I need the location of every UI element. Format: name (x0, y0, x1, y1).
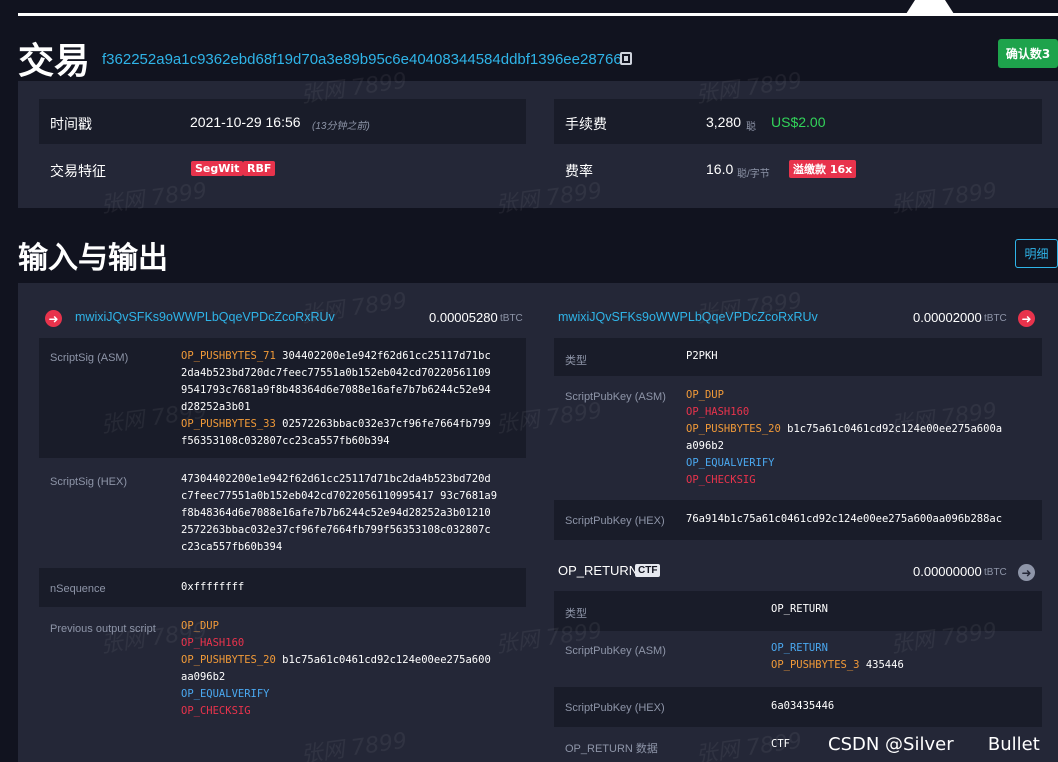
op-pushbytes-20: OP_PUSHBYTES_20 (181, 654, 276, 666)
details-panel: 时间戳 2021-10-29 16:56 (13分钟之前) 交易特征 SegWi… (18, 81, 1058, 208)
rate-label: 费率 (565, 164, 593, 180)
output2-arrow-icon[interactable]: ➜ (1018, 564, 1035, 581)
timestamp-relative: (13分钟之前) (312, 121, 370, 132)
input-unit: tBTC (500, 313, 523, 324)
scriptsig-hex-label: ScriptSig (HEX) (50, 476, 128, 488)
prev-output-script-label: Previous output script (50, 623, 156, 635)
input-address[interactable]: mwixiJQvSFKs9oWWPLbQqeVPDcZcoRxRUv (75, 310, 335, 324)
rate-unit: 聪/字节 (737, 169, 770, 180)
fee-label: 手续费 (565, 117, 607, 133)
input-amount: 0.00005280 (429, 310, 498, 325)
ctf-badge: CTF (635, 564, 661, 577)
scriptsig-hex-row: ScriptSig (HEX) 47304402200e1e942f62d61c… (39, 461, 526, 565)
output1-type-value: P2PKH (686, 350, 718, 362)
output1-type-label: 类型 (565, 355, 587, 367)
nsequence-label: nSequence (50, 583, 106, 595)
scriptsig-asm-value: OP_PUSHBYTES_71 304402200e1e942f62d61cc2… (181, 348, 491, 450)
confirmations-button[interactable]: 确认数3 (998, 39, 1058, 68)
op-dup: OP_DUP (686, 389, 724, 401)
output1-type-row: 类型 P2PKH (554, 338, 1042, 376)
op-pushbytes-20: OP_PUSHBYTES_20 (686, 423, 781, 435)
asm-data1-rest: 2da4b523bd720dc7feec77551a0b152eb042cd70… (181, 367, 491, 413)
nsequence-value: 0xffffffff (181, 581, 245, 593)
asm-data2-rest: f56353108c032807cc23ca557fb60b394 (181, 435, 390, 447)
op-equalverify: OP_EQUALVERIFY (181, 688, 270, 700)
features-row: 交易特征 SegWit RBF (39, 147, 526, 192)
push20-rest: aa096b2 (181, 671, 226, 683)
transaction-id[interactable]: f362252a9a1c9362ebd68f19d70a3e89b95c6e40… (102, 51, 622, 68)
copy-icon[interactable] (620, 52, 632, 65)
io-panel: ➜ mwixiJQvSFKs9oWWPLbQqeVPDcZcoRxRUv 0.0… (18, 283, 1058, 762)
page-title: 交易 (18, 41, 91, 82)
scriptsig-asm-label: ScriptSig (ASM) (50, 352, 129, 364)
push20-first: b1c75a61c0461cd92c124e00ee275a600 (275, 654, 491, 666)
output2-title: OP_RETURN (558, 563, 639, 578)
op-hash160: OP_HASH160 (181, 637, 245, 649)
output1-spk-asm-row: ScriptPubKey (ASM) OP_DUP OP_HASH160 OP_… (554, 379, 1042, 497)
push20-rest: a096b2 (686, 440, 724, 452)
push20-first: b1c75a61c0461cd92c124e00ee275a600a (780, 423, 1003, 435)
output2-unit: tBTC (984, 567, 1007, 578)
timestamp-row: 时间戳 2021-10-29 16:56 (13分钟之前) (39, 99, 526, 144)
rate-row: 费率 16.0 聪/字节 溢缴款 16x (554, 147, 1042, 192)
output2-spk-hex-value: 6a03435446 (771, 700, 835, 712)
op-hash160: OP_HASH160 (686, 406, 750, 418)
fee-unit: 聪 (746, 122, 756, 133)
output1-spk-hex-value: 76a914b1c75a61c0461cd92c124e00ee275a600a… (686, 513, 1003, 525)
output1-arrow-icon[interactable]: ➜ (1018, 310, 1035, 327)
rbf-badge: RBF (243, 161, 276, 176)
asm-data2-first: 02572263bbac032e37cf96fe7664fb799 (275, 418, 491, 430)
output1-spk-hex-label: ScriptPubKey (HEX) (565, 515, 665, 527)
timestamp-value: 2021-10-29 16:56 (190, 114, 301, 130)
output2-spk-asm-label: ScriptPubKey (ASM) (565, 645, 666, 657)
scriptsig-hex-value: 47304402200e1e942f62d61cc25117d71bc2da4b… (181, 473, 498, 553)
output1-unit: tBTC (984, 313, 1007, 324)
rate-value: 16.0 (706, 161, 734, 177)
features-label: 交易特征 (50, 164, 106, 180)
push3-data: 435446 (859, 659, 904, 671)
asm-data1-first: 304402200e1e942f62d61cc25117d71bc (275, 350, 491, 362)
details-toggle-button[interactable]: 明细 (1015, 239, 1058, 268)
output2-spk-hex-row: ScriptPubKey (HEX) 6a03435446 (554, 687, 1042, 727)
top-divider (18, 13, 1058, 16)
op-dup: OP_DUP (181, 620, 219, 632)
output2-spk-asm-row: ScriptPubKey (ASM) OP_RETURN OP_PUSHBYTE… (554, 634, 1042, 684)
output1-spk-asm-label: ScriptPubKey (ASM) (565, 391, 666, 403)
output1-spk-asm-value: OP_DUP OP_HASH160 OP_PUSHBYTES_20 b1c75a… (686, 387, 1002, 489)
output2-data-label: OP_RETURN 数据 (565, 743, 658, 755)
output2-type-label: 类型 (565, 608, 587, 620)
nsequence-row: nSequence 0xffffffff (39, 568, 526, 607)
output1-amount: 0.00002000 (913, 310, 982, 325)
output1-address[interactable]: mwixiJQvSFKs9oWWPLbQqeVPDcZcoRxRUv (558, 310, 818, 324)
top-tab-notch (906, 0, 954, 14)
op-pushbytes-3: OP_PUSHBYTES_3 (771, 659, 860, 671)
csdn-watermark: CSDN @Silver Bullet (828, 734, 1040, 755)
segwit-badge: SegWit (191, 161, 244, 176)
io-title: 输入与输出 (18, 241, 168, 276)
op-checksig: OP_CHECKSIG (181, 705, 251, 717)
op-pushbytes-33: OP_PUSHBYTES_33 (181, 418, 276, 430)
output1-spk-hex-row: ScriptPubKey (HEX) 76a914b1c75a61c0461cd… (554, 500, 1042, 540)
output2-type-row: 类型 OP_RETURN (554, 591, 1042, 631)
scriptsig-asm-row: ScriptSig (ASM) OP_PUSHBYTES_71 30440220… (39, 338, 526, 458)
timestamp-label: 时间戳 (50, 117, 92, 133)
output2-data-value: CTF (771, 738, 790, 750)
fee-value: 3,280 (706, 114, 742, 130)
prev-output-script-value: OP_DUP OP_HASH160 OP_PUSHBYTES_20 b1c75a… (181, 618, 491, 720)
op-return: OP_RETURN (771, 642, 828, 654)
fee-usd: US$2.00 (771, 114, 826, 130)
overpay-badge: 溢缴款 16x (789, 160, 857, 178)
fee-row: 手续费 3,280 聪 US$2.00 (554, 99, 1042, 144)
op-equalverify: OP_EQUALVERIFY (686, 457, 775, 469)
output2-amount: 0.00000000 (913, 564, 982, 579)
prev-output-script-row: Previous output script OP_DUP OP_HASH160… (39, 610, 526, 725)
output2-type-value: OP_RETURN (771, 603, 828, 615)
input-arrow-icon[interactable]: ➜ (45, 310, 62, 327)
output2-spk-asm-value: OP_RETURN OP_PUSHBYTES_3 435446 (771, 640, 904, 674)
op-checksig: OP_CHECKSIG (686, 474, 756, 486)
output2-spk-hex-label: ScriptPubKey (HEX) (565, 702, 665, 714)
op-pushbytes-71: OP_PUSHBYTES_71 (181, 350, 276, 362)
